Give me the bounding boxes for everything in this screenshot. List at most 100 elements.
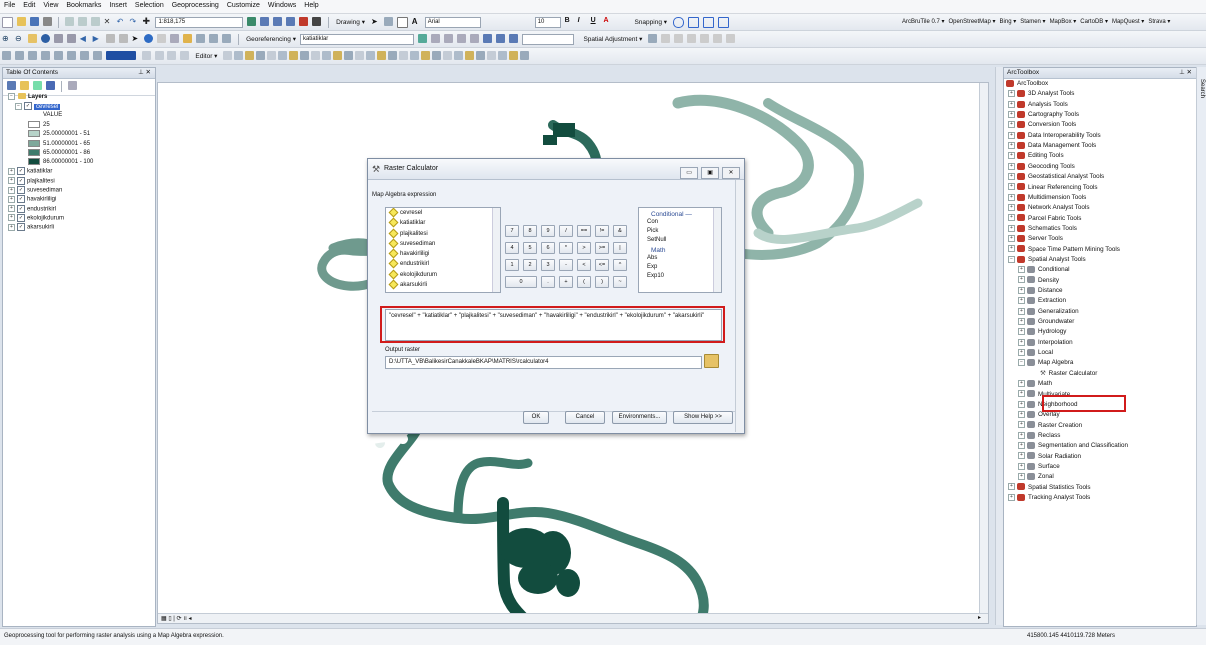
list-by-visibility-icon[interactable] <box>32 81 42 90</box>
browse-folder-icon[interactable] <box>704 354 719 368</box>
editor-tool-13-icon[interactable] <box>355 51 365 60</box>
editor-tool-24-icon[interactable] <box>476 51 486 60</box>
adjust-select-icon[interactable] <box>648 34 658 43</box>
close-button[interactable]: ✕ <box>722 167 740 179</box>
layers-root[interactable]: − Layers <box>8 93 47 100</box>
python-icon[interactable] <box>312 17 322 26</box>
catalog-window-icon[interactable] <box>273 17 283 26</box>
legend-class-4[interactable]: 86.00000001 - 100 <box>28 158 93 165</box>
toolset-solar-radiation[interactable]: + Solar Radiation <box>1018 452 1081 462</box>
menu-selection[interactable]: Selection <box>131 0 168 9</box>
raster-list-item[interactable]: havakirliligi <box>386 248 500 259</box>
layer-checkbox[interactable]: ✓ <box>17 186 25 194</box>
expand-icon[interactable]: + <box>1018 348 1025 356</box>
expand-icon[interactable]: + <box>8 167 15 175</box>
html-popup-icon[interactable] <box>170 34 180 43</box>
go-to-xy-icon[interactable] <box>209 34 219 43</box>
expand-icon[interactable]: + <box>1008 100 1015 108</box>
keypad-button[interactable]: > <box>577 242 591 254</box>
basemap-menu-2[interactable]: Bing ▾ <box>1000 18 1017 25</box>
dialog-scrollbar[interactable] <box>735 180 743 432</box>
fixed-zoom-in-icon[interactable] <box>53 34 63 43</box>
text-tool-icon[interactable]: A <box>412 17 421 26</box>
menu-file[interactable]: File <box>0 0 19 9</box>
legend-class-2[interactable]: 51.00000001 - 65 <box>28 139 90 147</box>
layout-tool-4-icon[interactable] <box>40 51 50 60</box>
keypad-button[interactable]: ) <box>595 276 609 288</box>
legend-class-1[interactable]: 25.00000001 - 51 <box>28 130 90 137</box>
map-horizontal-scrollbar[interactable]: ▦ ▯ | ⟳ ॥ ◂ ▸ <box>158 613 988 623</box>
basemap-menu-3[interactable]: Stamen ▾ <box>1020 18 1045 25</box>
toolbox-schematics-tools[interactable]: + Schematics Tools <box>1008 224 1077 234</box>
expand-icon[interactable]: + <box>1018 462 1025 470</box>
toolset-interpolation[interactable]: + Interpolation <box>1018 338 1073 348</box>
collapse-icon[interactable]: − <box>1008 255 1015 263</box>
math-function-item[interactable]: Abs <box>647 254 721 263</box>
legend-class-3[interactable]: 65.00000001 - 86 <box>28 148 90 156</box>
cancel-button[interactable]: Cancel <box>565 411 605 424</box>
expand-icon[interactable]: + <box>1018 421 1025 429</box>
toolset-extraction[interactable]: + Extraction <box>1018 296 1066 306</box>
toc-layer-plajkalitesi[interactable]: + ✓ plajkalitesi <box>8 176 55 185</box>
editor-tool-6-icon[interactable] <box>278 51 288 60</box>
expand-icon[interactable]: + <box>1008 110 1015 118</box>
expand-icon[interactable]: + <box>1008 162 1015 170</box>
editor-tool-22-icon[interactable] <box>454 51 464 60</box>
keypad-button[interactable]: . <box>541 276 555 288</box>
keypad-button[interactable]: 0 <box>505 276 537 288</box>
editor-tool-1-icon[interactable] <box>223 51 233 60</box>
toc-window-icon[interactable] <box>260 17 270 26</box>
keypad-button[interactable]: 3 <box>541 259 555 271</box>
effects-tool-1-icon[interactable] <box>141 51 151 60</box>
font-name-combo[interactable]: Arial <box>424 17 481 28</box>
toolset-reclass[interactable]: + Reclass <box>1018 431 1060 441</box>
toolbox-geostatistical-analyst-tools[interactable]: + Geostatistical Analyst Tools <box>1008 172 1104 182</box>
vertex-snap-icon[interactable] <box>702 17 714 28</box>
collapse-icon[interactable]: − <box>8 93 15 100</box>
raster-list-item[interactable]: endustrikirl <box>386 258 500 269</box>
show-help-button[interactable]: Show Help >> <box>673 411 733 424</box>
full-extent-icon[interactable] <box>40 34 50 43</box>
layout-tool-1-icon[interactable] <box>2 51 11 60</box>
effects-tool-2-icon[interactable] <box>154 51 164 60</box>
raster-list-scrollbar[interactable] <box>492 208 500 292</box>
layer-checkbox[interactable]: ✓ <box>24 102 32 111</box>
georef-combo-blank[interactable] <box>521 34 574 45</box>
effects-tool-3-icon[interactable] <box>167 51 177 60</box>
toc-options-icon[interactable] <box>67 81 77 90</box>
toolset-distance[interactable]: + Distance <box>1018 286 1063 296</box>
toolset-zonal[interactable]: + Zonal <box>1018 472 1054 482</box>
keypad-button[interactable]: ~ <box>613 276 627 288</box>
layer-checkbox[interactable]: ✓ <box>17 223 25 232</box>
editor-tool-14-icon[interactable] <box>366 51 376 60</box>
zoom-out-icon[interactable]: ⊖ <box>15 34 24 43</box>
new-displacement-link-icon[interactable] <box>661 34 671 43</box>
toolbox-server-tools[interactable]: + Server Tools <box>1008 234 1063 244</box>
layer-label[interactable]: akarsukirli <box>27 225 54 231</box>
toolset-surface[interactable]: + Surface <box>1018 462 1060 472</box>
editor-tool-17-icon[interactable] <box>399 51 409 60</box>
select-elements-icon[interactable]: ➤ <box>371 17 380 26</box>
toolset-density[interactable]: + Density <box>1018 276 1059 286</box>
legend-class-0[interactable]: 25 <box>28 120 50 128</box>
new-document-icon[interactable] <box>2 17 13 28</box>
editor-tool-2-icon[interactable] <box>234 51 244 60</box>
time-slider-icon[interactable] <box>222 34 232 43</box>
expand-icon[interactable]: + <box>1018 473 1025 481</box>
font-size-combo[interactable]: 10 <box>534 17 561 28</box>
toolset-math[interactable]: + Math <box>1018 379 1052 389</box>
output-raster-field[interactable]: D:\UTTA_VB\BalikesirCanakkaleBKAP\MATRIS… <box>385 356 702 369</box>
minimize-button[interactable]: ▭ <box>680 167 699 179</box>
toolbox-network-analyst-tools[interactable]: + Network Analyst Tools <box>1008 203 1089 213</box>
toolbox-space-time-pattern-mining-tools[interactable]: + Space Time Pattern Mining Tools <box>1008 245 1120 255</box>
legend-swatch[interactable] <box>28 120 40 128</box>
layer-checkbox[interactable]: ✓ <box>17 204 25 213</box>
tool-raster-calculator[interactable]: ⚒ Raster Calculator <box>1040 369 1097 379</box>
legend-swatch[interactable] <box>28 148 40 156</box>
rectangle-icon[interactable] <box>396 17 408 28</box>
search-tab-label[interactable]: Search <box>1199 79 1205 98</box>
toolbox-parcel-fabric-tools[interactable]: + Parcel Fabric Tools <box>1008 214 1081 224</box>
back-icon[interactable]: ◀ <box>80 34 89 43</box>
keypad-button[interactable]: * <box>559 242 573 254</box>
toolbox-multidimension-tools[interactable]: + Multidimension Tools <box>1008 193 1086 203</box>
